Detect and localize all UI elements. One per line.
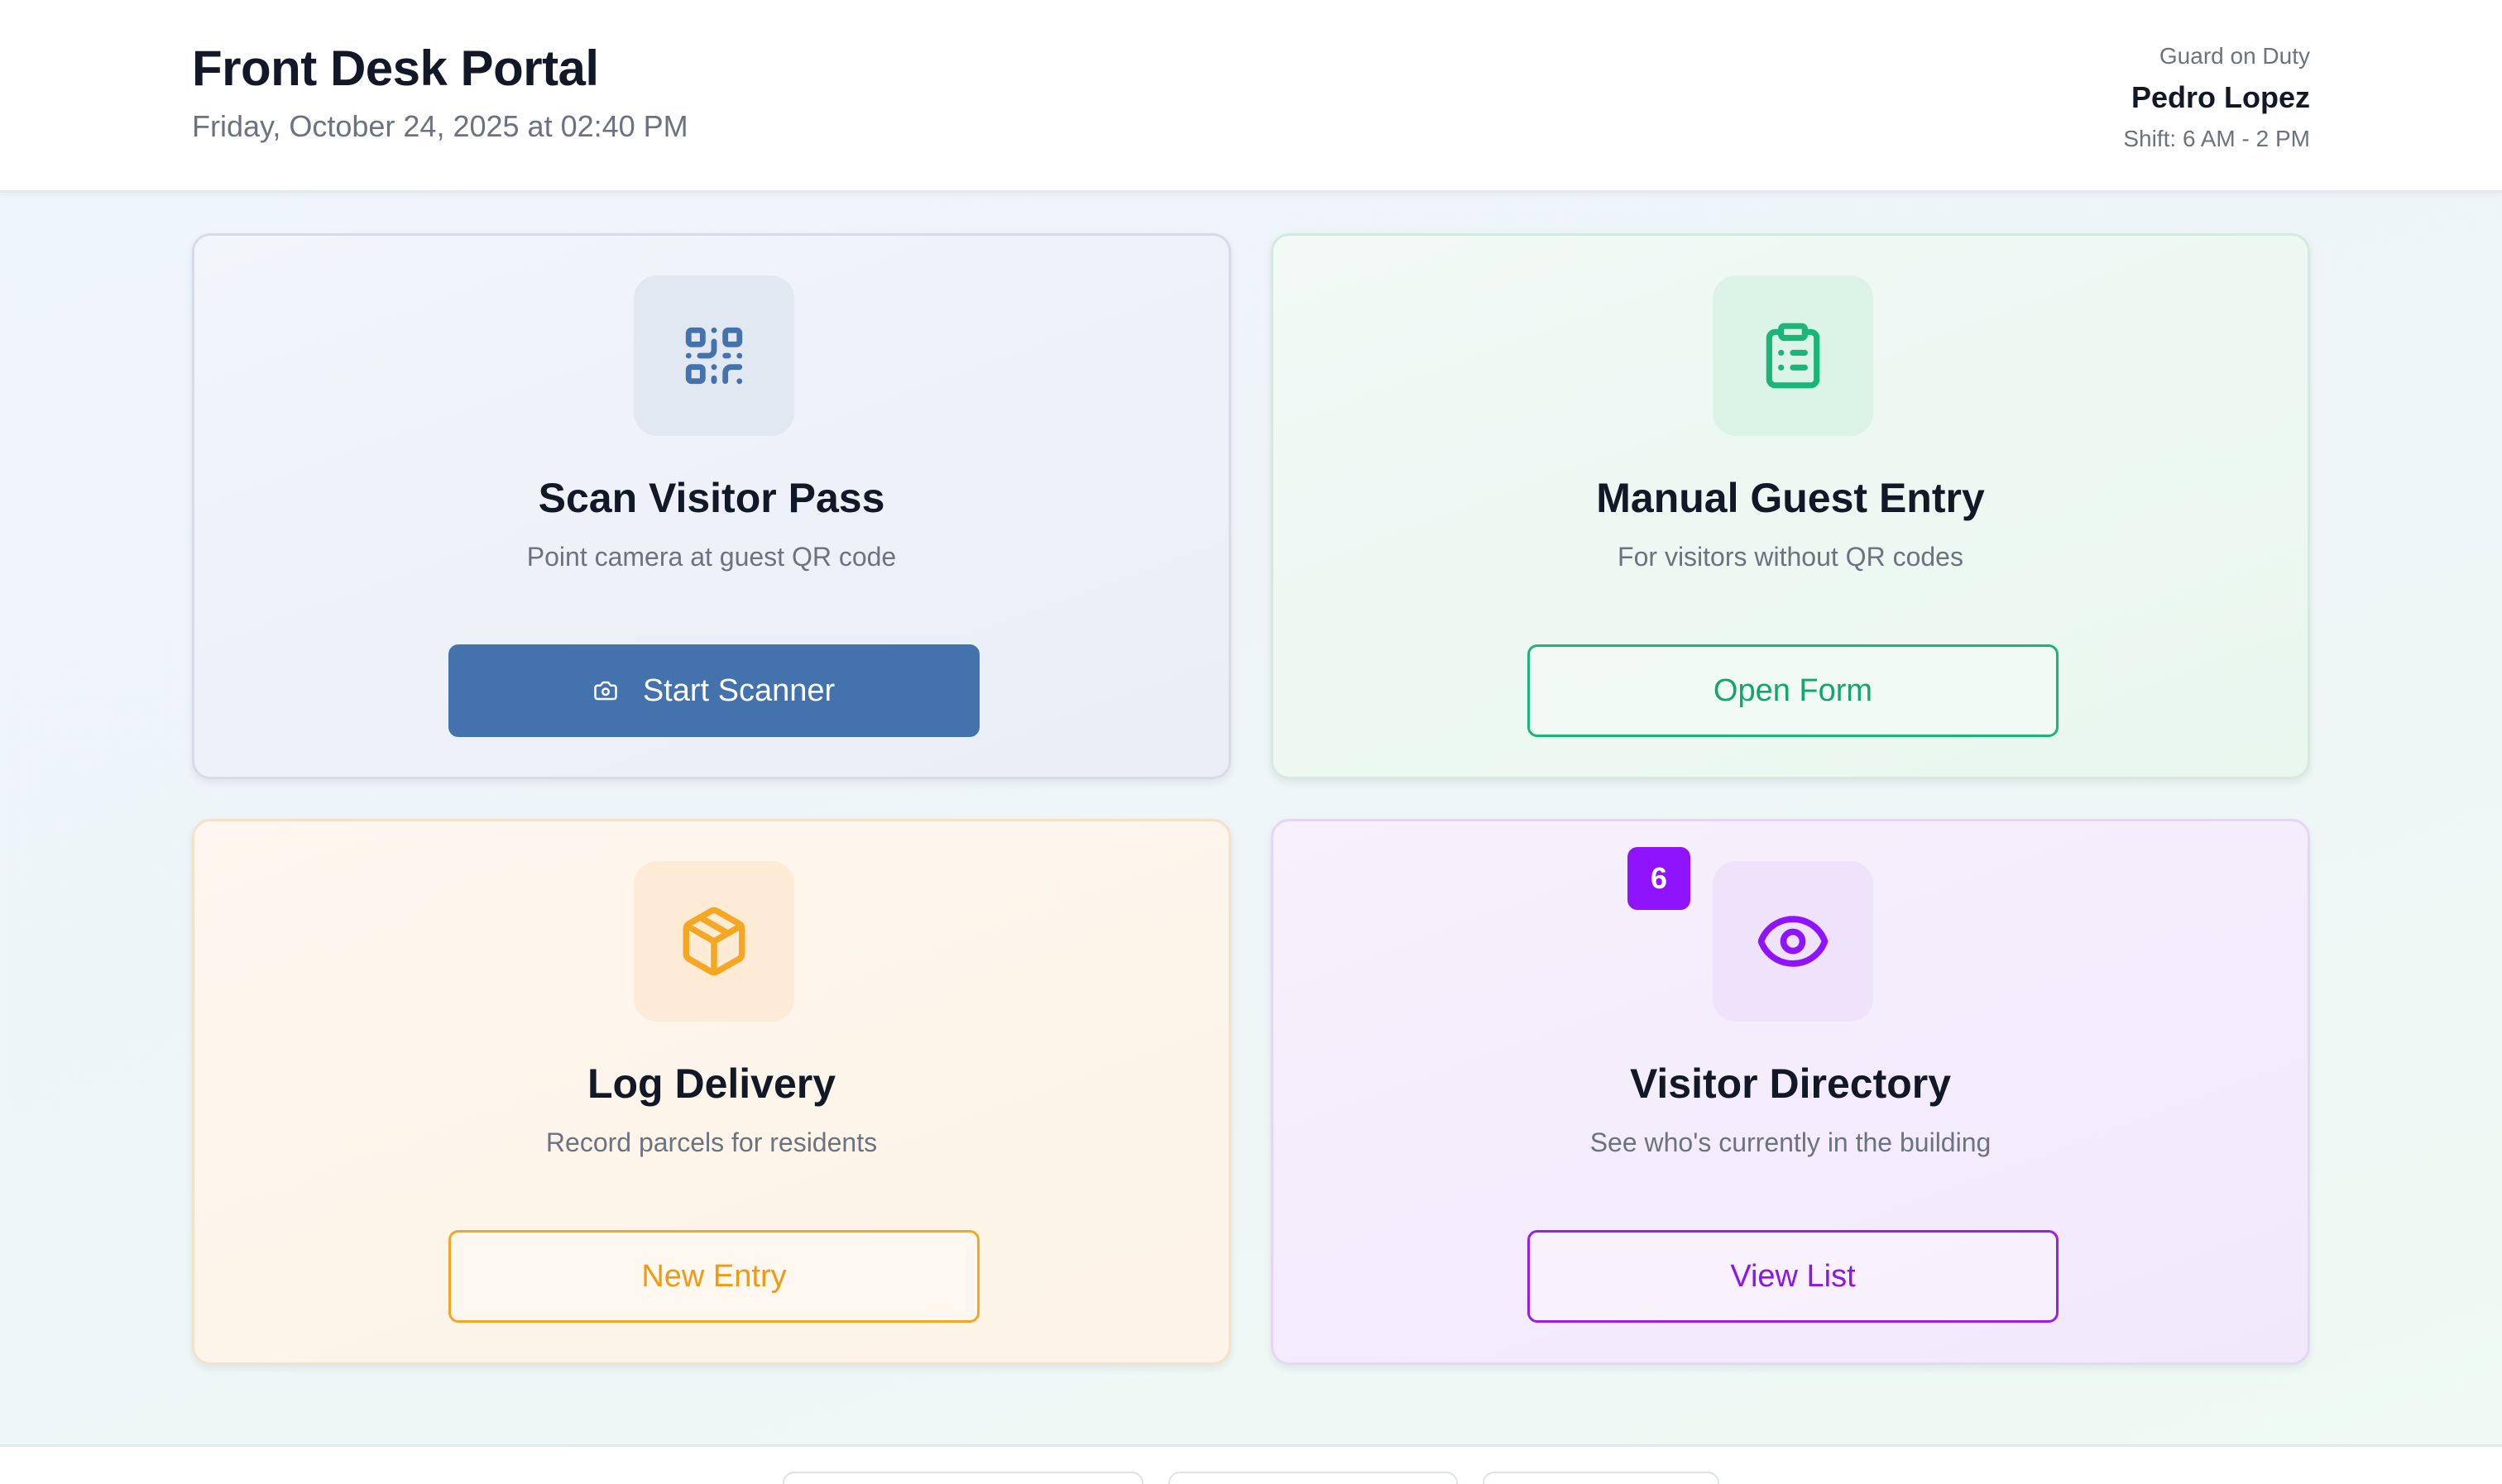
guard-shift: Shift: 6 AM - 2 PM bbox=[2123, 126, 2310, 151]
view-list-button[interactable]: View List bbox=[1527, 1230, 2059, 1323]
qr-code-icon bbox=[634, 275, 794, 436]
clipboard-list-icon bbox=[1713, 275, 1873, 436]
footer-bar bbox=[0, 1444, 2502, 1484]
card-description: Record parcels for residents bbox=[545, 1127, 878, 1157]
card-title: Log Delivery bbox=[587, 1060, 836, 1107]
card-title: Manual Guest Entry bbox=[1596, 475, 1985, 521]
package-icon bbox=[634, 861, 794, 1022]
card-description: See who's currently in the building bbox=[1589, 1127, 1992, 1157]
visitor-count-badge: 6 bbox=[1627, 847, 1690, 910]
footer-action-button[interactable] bbox=[783, 1472, 1143, 1484]
start-scanner-button[interactable]: Start Scanner bbox=[448, 644, 980, 737]
card-description: For visitors without QR codes bbox=[1618, 542, 1963, 572]
start-scanner-label: Start Scanner bbox=[642, 673, 836, 708]
page-title: Front Desk Portal bbox=[192, 41, 599, 96]
card-title: Visitor Directory bbox=[1629, 1060, 1952, 1107]
guard-info: Guard on Duty Pedro Lopez Shift: 6 AM - … bbox=[2123, 40, 2310, 156]
log-delivery-card: Log Delivery Record parcels for resident… bbox=[192, 819, 1231, 1365]
scan-visitor-pass-card: Scan Visitor Pass Point camera at guest … bbox=[192, 233, 1231, 779]
card-description: Point camera at guest QR code bbox=[526, 542, 897, 572]
current-datetime: Friday, October 24, 2025 at 02:40 PM bbox=[192, 109, 688, 143]
guard-name: Pedro Lopez bbox=[2131, 80, 2310, 114]
footer-action-button[interactable] bbox=[1168, 1472, 1458, 1484]
app-header: Front Desk Portal Friday, October 24, 20… bbox=[0, 0, 2502, 193]
visitor-directory-card: Visitor Directory See who's currently in… bbox=[1271, 819, 2310, 1365]
footer-action-button[interactable] bbox=[1483, 1472, 1719, 1484]
new-entry-button[interactable]: New Entry bbox=[448, 1230, 980, 1323]
manual-guest-entry-card: Manual Guest Entry For visitors without … bbox=[1271, 233, 2310, 779]
guard-label: Guard on Duty bbox=[2159, 43, 2310, 69]
camera-icon bbox=[594, 681, 617, 701]
card-title: Scan Visitor Pass bbox=[538, 475, 885, 521]
open-form-button[interactable]: Open Form bbox=[1527, 644, 2059, 737]
eye-icon bbox=[1713, 861, 1873, 1022]
